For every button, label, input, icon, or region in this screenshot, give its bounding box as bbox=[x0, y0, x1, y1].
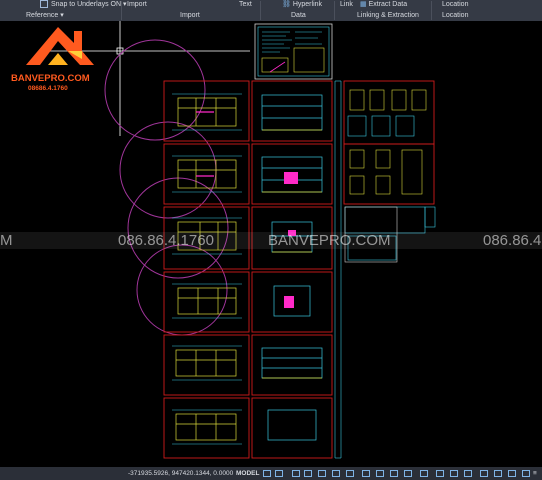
customize-menu-icon[interactable]: ≡ bbox=[533, 469, 537, 478]
watermark-brand: BANVEPRO.COM bbox=[268, 232, 391, 249]
logo-brand: BANVEPRO.COM bbox=[11, 73, 90, 84]
units-icon[interactable] bbox=[450, 470, 458, 477]
selection-cycling-icon[interactable] bbox=[390, 470, 398, 477]
annotation-visibility-icon[interactable] bbox=[420, 470, 428, 477]
hyperlink-icon: ⛓ bbox=[282, 1, 291, 8]
import-button[interactable]: Import bbox=[127, 0, 147, 10]
link-button[interactable]: Link bbox=[340, 0, 353, 10]
logo-phone: 08686.4.1760 bbox=[28, 85, 68, 92]
chevron-down-icon: ▾ bbox=[123, 1, 127, 8]
watermark-phone: 086.86.4.1760 bbox=[118, 232, 214, 249]
location-button[interactable]: Location bbox=[442, 0, 468, 10]
extract-icon: ▦ bbox=[360, 1, 367, 8]
ribbon-divider bbox=[334, 1, 335, 20]
extract-data-button[interactable]: ▦ Extract Data bbox=[360, 0, 407, 10]
house-logo-icon bbox=[26, 27, 94, 65]
snap-icon bbox=[40, 0, 48, 9]
object-snap-tracking-icon[interactable] bbox=[332, 470, 340, 477]
annotation-scale-icon[interactable] bbox=[404, 470, 412, 477]
hyperlink-button[interactable]: ⛓ Hyperlink bbox=[282, 0, 322, 10]
grid-display-icon[interactable] bbox=[263, 470, 271, 477]
lock-ui-icon[interactable] bbox=[480, 470, 488, 477]
sheet-frames bbox=[163, 80, 435, 459]
elevations bbox=[261, 94, 323, 441]
ribbon-divider bbox=[431, 1, 432, 20]
data-panel-label: Data bbox=[291, 12, 306, 19]
sheet-side-strips bbox=[334, 80, 342, 459]
quick-properties-icon[interactable] bbox=[464, 470, 472, 477]
lineweight-icon[interactable] bbox=[362, 470, 370, 477]
title-sheet bbox=[254, 23, 333, 80]
reference-panel-label[interactable]: Reference ▾ bbox=[26, 11, 64, 20]
ribbon-toolbar: Snap to Underlays ON ▾ Reference ▾ Impor… bbox=[0, 0, 542, 21]
clean-screen-icon[interactable] bbox=[522, 470, 530, 477]
watermark-phone-right: 086.86.4 bbox=[483, 232, 542, 249]
transparency-icon[interactable] bbox=[376, 470, 384, 477]
ribbon-divider bbox=[121, 1, 122, 20]
graphics-performance-icon[interactable] bbox=[508, 470, 516, 477]
watermark-left: M bbox=[0, 232, 13, 249]
model-space-button[interactable]: MODEL bbox=[236, 469, 259, 478]
linking-panel-label: Linking & Extraction bbox=[357, 12, 419, 19]
import-panel-label: Import bbox=[180, 12, 200, 19]
status-bar: -371935.5926, 947420.1344, 0.0000 MODEL … bbox=[0, 467, 542, 480]
ortho-mode-icon[interactable] bbox=[292, 470, 300, 477]
coordinate-readout: -371935.5926, 947420.1344, 0.0000 bbox=[128, 470, 234, 477]
object-snap-icon[interactable] bbox=[346, 470, 354, 477]
brand-logo: BANVEPRO.COM 08686.4.1760 bbox=[11, 21, 118, 101]
text-button[interactable]: Text bbox=[239, 0, 252, 10]
snap-mode-icon[interactable] bbox=[275, 470, 283, 477]
workspace-switch-icon[interactable] bbox=[436, 470, 444, 477]
ribbon-divider bbox=[260, 1, 261, 20]
isometric-drafting-icon[interactable] bbox=[318, 470, 326, 477]
location-panel-label: Location bbox=[442, 12, 469, 19]
polar-tracking-icon[interactable] bbox=[304, 470, 312, 477]
chevron-down-icon: ▾ bbox=[60, 12, 64, 19]
magenta-circles bbox=[104, 39, 229, 336]
isolate-objects-icon[interactable] bbox=[494, 470, 502, 477]
snap-underlays-toggle[interactable]: Snap to Underlays ON ▾ bbox=[40, 0, 127, 10]
drawing-canvas[interactable]: BANVEPRO.COM 08686.4.1760 M 086.86.4.176… bbox=[0, 21, 542, 467]
